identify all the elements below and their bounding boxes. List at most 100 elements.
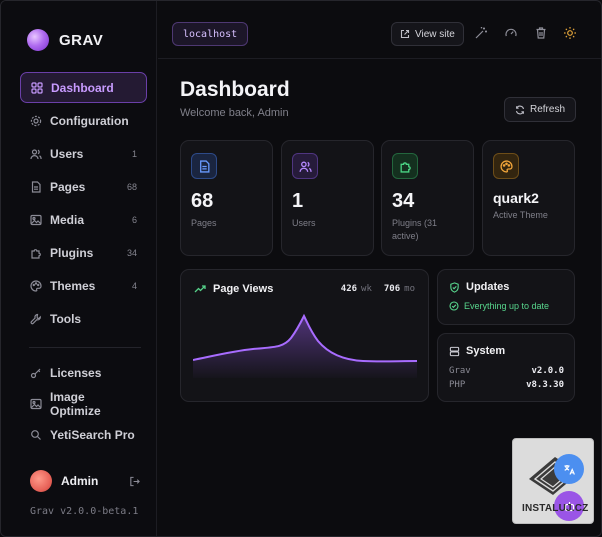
- sidebar-item-label: Image Optimize: [50, 389, 101, 418]
- sidebar-item-yetisearch-pro[interactable]: YetiSearch Pro: [20, 419, 147, 450]
- month-views-unit: mo: [404, 284, 415, 294]
- month-views-value: 706: [383, 284, 401, 294]
- sidebar-item-pages[interactable]: Pages 68: [20, 171, 147, 202]
- check-circle-icon: [449, 301, 459, 311]
- user-name: Admin: [61, 474, 99, 488]
- wrench-icon: [30, 313, 42, 325]
- magic-wand-icon[interactable]: [474, 26, 488, 40]
- host-badge[interactable]: localhost: [172, 22, 249, 46]
- sidebar-item-label: Media: [50, 212, 85, 227]
- image-icon: [30, 214, 42, 226]
- stat-card-plugins[interactable]: 34 Plugins (31 active): [381, 140, 474, 256]
- sidebar-item-tools[interactable]: Tools: [20, 303, 147, 334]
- sidebar-item-count: 6: [131, 214, 137, 225]
- stat-label: Plugins (31 active): [392, 218, 438, 241]
- week-views-unit: wk: [361, 284, 372, 294]
- sidebar-item-label: Tools: [50, 311, 82, 326]
- page-views-card[interactable]: Page Views 426 wk 706 mo: [180, 269, 429, 402]
- brand[interactable]: GRAV: [27, 29, 103, 51]
- page-icon: [30, 180, 42, 193]
- refresh-icon: [515, 105, 525, 115]
- page-icon: [191, 153, 217, 179]
- system-row-php: PHP v8.3.30: [449, 380, 564, 390]
- translate-button[interactable]: [554, 454, 584, 484]
- sidebar-item-label: Pages: [50, 179, 86, 194]
- page-title: Dashboard: [180, 78, 290, 101]
- refresh-button[interactable]: Refresh: [504, 97, 577, 122]
- app-window: GRAV Dashboard Configuration Users 1 Pag…: [0, 0, 602, 537]
- sidebar: GRAV Dashboard Configuration Users 1 Pag…: [1, 1, 157, 536]
- external-link-icon: [400, 29, 410, 39]
- sidebar-item-themes[interactable]: Themes 4: [20, 270, 147, 301]
- search-icon: [30, 429, 42, 441]
- logout-icon[interactable]: [129, 476, 140, 487]
- users-icon: [30, 148, 42, 160]
- brand-name: GRAV: [59, 31, 104, 49]
- sidebar-item-plugins[interactable]: Plugins 34: [20, 237, 147, 268]
- stat-card-pages[interactable]: 68 Pages: [180, 140, 273, 256]
- system-value: v2.0.0: [531, 366, 564, 376]
- sidebar-item-count: 34: [126, 247, 137, 258]
- shield-check-icon: [449, 281, 460, 293]
- sidebar-item-label: Users: [50, 146, 84, 161]
- system-card[interactable]: System Grav v2.0.0 PHP v8.3.30: [437, 333, 575, 402]
- page-views-header: Page Views: [194, 283, 273, 295]
- sidebar-item-image-optimize[interactable]: Image Optimize: [20, 388, 147, 419]
- sidebar-item-licenses[interactable]: Licenses: [20, 357, 147, 388]
- puzzle-icon: [392, 153, 418, 179]
- stat-label: Users: [292, 218, 316, 228]
- sidebar-item-label: Dashboard: [51, 80, 114, 95]
- stat-label: Active Theme: [493, 210, 548, 220]
- stat-value: 1: [292, 190, 304, 212]
- page-subtitle: Welcome back, Admin: [180, 107, 289, 119]
- watermark-text: INSTALUJ.CZ: [522, 503, 589, 514]
- trash-icon[interactable]: [534, 26, 548, 40]
- system-value: v8.3.30: [526, 380, 564, 390]
- updates-card[interactable]: Updates Everything up to date: [437, 269, 575, 325]
- view-site-button[interactable]: View site: [391, 22, 464, 46]
- sidebar-item-configuration[interactable]: Configuration: [20, 105, 147, 136]
- server-icon: [449, 346, 460, 357]
- user-menu[interactable]: Admin: [30, 470, 140, 492]
- stat-value: 68: [191, 190, 214, 212]
- sidebar-item-label: Licenses: [50, 365, 102, 380]
- sidebar-item-dashboard[interactable]: Dashboard: [20, 72, 147, 103]
- users-icon: [292, 153, 318, 179]
- stat-label: Pages: [191, 218, 217, 228]
- sidebar-extras: Licenses Image Optimize YetiSearch Pro: [20, 357, 147, 450]
- system-row-grav: Grav v2.0.0: [449, 366, 564, 376]
- key-icon: [30, 367, 42, 379]
- grav-logo: [27, 29, 49, 51]
- stat-card-theme[interactable]: quark2 Active Theme: [482, 140, 575, 256]
- sparkline-area: [193, 316, 417, 378]
- sidebar-item-label: Themes: [50, 278, 96, 293]
- stat-value: 34: [392, 190, 415, 212]
- avatar[interactable]: [30, 470, 52, 492]
- gear-icon: [30, 115, 42, 127]
- page-views-sparkline: [193, 313, 417, 378]
- sun-icon[interactable]: [563, 26, 577, 40]
- system-key: PHP: [449, 380, 466, 390]
- page-views-title: Page Views: [213, 283, 274, 295]
- sidebar-item-label: YetiSearch Pro: [50, 427, 135, 442]
- stat-value: quark2: [493, 190, 539, 206]
- translate-icon: [563, 464, 575, 475]
- palette-icon: [30, 279, 42, 292]
- system-header: System: [449, 345, 505, 357]
- sidebar-item-media[interactable]: Media 6: [20, 204, 147, 235]
- stat-card-users[interactable]: 1 Users: [281, 140, 374, 256]
- sidebar-item-users[interactable]: Users 1: [20, 138, 147, 169]
- speed-gauge-icon[interactable]: [504, 26, 518, 40]
- system-key: Grav: [449, 366, 471, 376]
- sidebar-item-label: Plugins: [50, 245, 94, 260]
- page-views-stats: 426 wk 706 mo: [341, 284, 415, 294]
- dashboard-icon: [31, 81, 43, 94]
- week-views-value: 426: [340, 284, 358, 294]
- updates-status-text: Everything up to date: [464, 301, 550, 311]
- sidebar-divider: [29, 347, 141, 348]
- updates-title: Updates: [466, 281, 510, 293]
- updates-header: Updates: [449, 281, 509, 293]
- watermark: INSTALUJ.CZ: [512, 438, 594, 524]
- trending-up-icon: [194, 283, 206, 295]
- sidebar-item-count: 4: [131, 280, 137, 291]
